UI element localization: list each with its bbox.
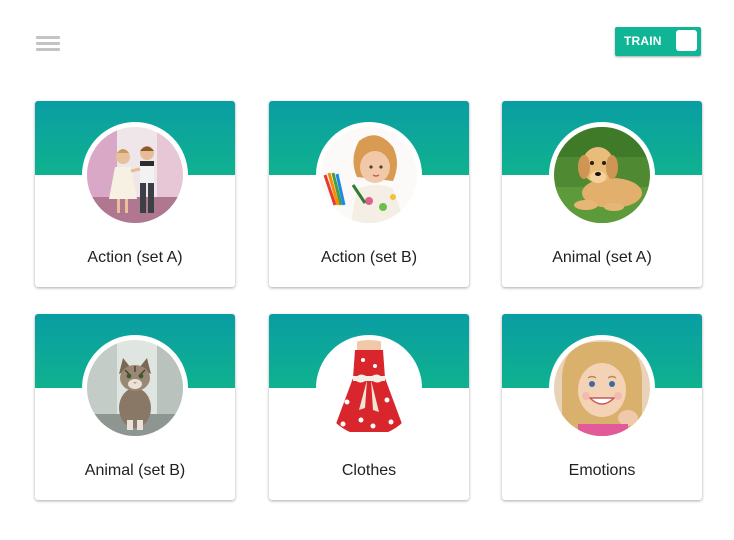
category-card-clothes[interactable]: Clothes bbox=[269, 314, 469, 500]
category-card-animal-set-b[interactable]: Animal (set B) bbox=[35, 314, 235, 500]
app-root: TRAIN Action (set A) Action (set B) Anim… bbox=[0, 0, 734, 540]
red-floral-dress-image bbox=[321, 340, 417, 436]
card-label: Animal (set B) bbox=[84, 462, 186, 479]
avatar-ring bbox=[549, 122, 655, 228]
card-label: Clothes bbox=[341, 462, 397, 479]
category-card-animal-set-a[interactable]: Animal (set A) bbox=[502, 101, 702, 287]
card-label: Animal (set A) bbox=[552, 249, 652, 266]
card-label: Action (set B) bbox=[320, 249, 418, 266]
category-card-action-set-b[interactable]: Action (set B) bbox=[269, 101, 469, 287]
tabby-kitten-image bbox=[87, 340, 183, 436]
avatar-ring bbox=[82, 335, 188, 441]
avatar-ring bbox=[316, 335, 422, 441]
girl-drawing-image bbox=[321, 127, 417, 223]
train-toggle[interactable]: TRAIN bbox=[615, 27, 701, 56]
hamburger-menu-icon[interactable] bbox=[36, 36, 60, 54]
toggle-knob[interactable] bbox=[676, 30, 697, 51]
category-card-emotions[interactable]: Emotions bbox=[502, 314, 702, 500]
card-label: Emotions bbox=[568, 462, 636, 479]
train-toggle-label: TRAIN bbox=[624, 34, 662, 48]
avatar-ring bbox=[549, 335, 655, 441]
card-label: Action (set A) bbox=[87, 249, 183, 266]
golden-retriever-puppy-image bbox=[554, 127, 650, 223]
avatar-ring bbox=[82, 122, 188, 228]
avatar-ring bbox=[316, 122, 422, 228]
children-dancing-image bbox=[87, 127, 183, 223]
category-card-action-set-a[interactable]: Action (set A) bbox=[35, 101, 235, 287]
smiling-girl-image bbox=[554, 340, 650, 436]
